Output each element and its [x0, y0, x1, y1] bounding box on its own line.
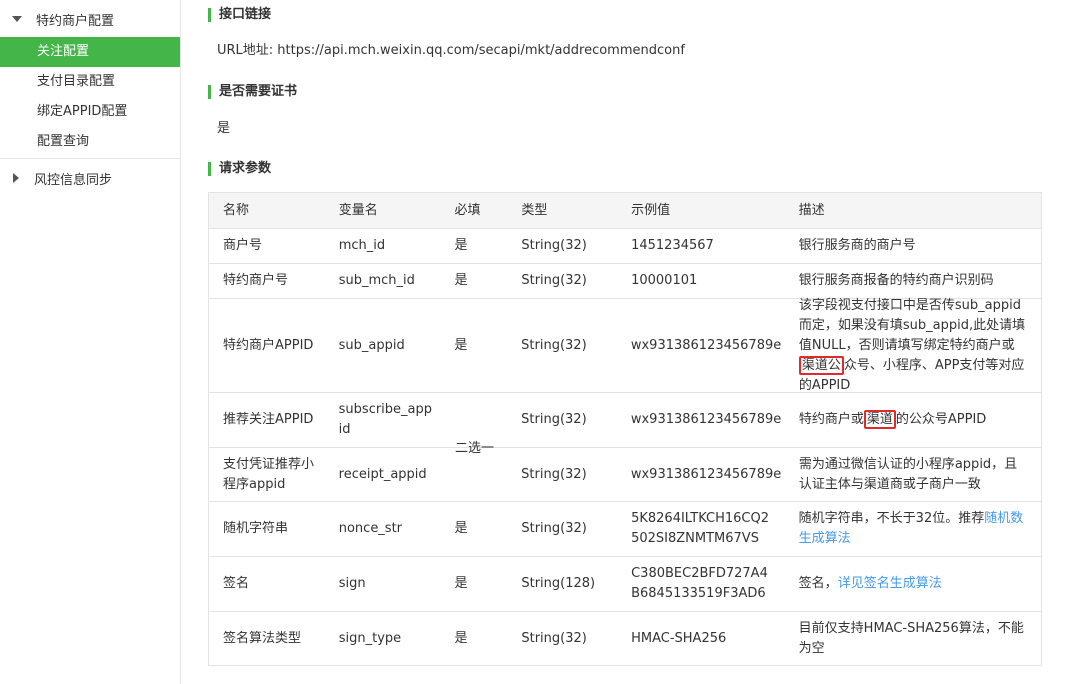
cell-var: sign_type [338, 630, 402, 646]
cell-var: sub_mch_id [338, 273, 415, 288]
desc-text: 该字段视支付接口中是否传sub_appid而定，如果没有填sub_appid,此… [798, 297, 1026, 353]
section-title-api-link: 接口链接 [208, 8, 271, 22]
desc-text: 的公众号APPID [895, 412, 987, 427]
table-row: 特约商户号 sub_mch_id 是 String(32) 10000101 银… [209, 263, 1041, 298]
cell-name: 支付凭证推荐小程序appid [223, 456, 315, 492]
cell-required: 是 [454, 576, 468, 591]
sidebar-item-follow-config[interactable]: 关注配置 [0, 37, 180, 67]
cell-example: wx931386123456789e [630, 337, 782, 353]
sidebar: 特约商户配置 关注配置 支付目录配置 绑定APPID配置 配置查询 风控信息同步 [0, 0, 181, 684]
cell-example: 5K8264ILTKCH16CQ2502SI8ZNMTM67VS [631, 511, 769, 546]
table-row: 特约商户APPID sub_appid 是 String(32) wx93138… [209, 297, 1041, 393]
table-header-cell: 变量名 [338, 202, 378, 218]
cell-var: sub_appid [338, 337, 405, 353]
cell-desc: 银行服务商报备的特约商户识别码 [798, 273, 994, 288]
cell-example: wx931386123456789e [630, 466, 782, 482]
cell-name: 特约商户号 [223, 273, 289, 288]
table-header-cell: 描述 [798, 202, 825, 218]
nav-group-label: 风控信息同步 [34, 172, 113, 188]
caret-down-icon [0, 16, 28, 22]
cell-type: String(32) [521, 337, 587, 353]
desc-text: 随机字符串，不长于32位。推荐 [798, 511, 985, 526]
section-title-cert: 是否需要证书 [208, 85, 297, 99]
cell-desc: 特约商户或 渠道 的公众号APPID [785, 393, 1041, 447]
main-content: 接口链接 URL地址: https://api.mch.weixin.qq.co… [181, 0, 1080, 684]
table-header-cell: 必填 [454, 202, 481, 218]
cell-required: 是 [454, 630, 468, 646]
table-row: 签名算法类型 sign_type 是 String(32) HMAC-SHA25… [209, 611, 1041, 665]
sidebar-divider [0, 158, 180, 159]
cell-required: 是 [454, 273, 468, 288]
either-one-label: 二选一 [455, 441, 495, 456]
cell-name: 商户号 [223, 238, 263, 253]
params-table: 名称 变量名 必填 类型 示例值 描述 商户号 mch_id 是 String(… [208, 192, 1042, 666]
nav-group-merchant-config[interactable]: 特约商户配置 [0, 4, 180, 34]
table-header-cell: 类型 [521, 202, 548, 218]
highlighted-text: 渠道公 [798, 355, 844, 375]
cell-type: String(32) [521, 273, 587, 288]
sidebar-item-config-query[interactable]: 配置查询 [0, 127, 180, 157]
cell-desc: 随机字符串，不长于32位。推荐随机数生成算法 [785, 502, 1041, 556]
cell-var: receipt_appid [338, 466, 427, 482]
sidebar-item-bind-appid[interactable]: 绑定APPID配置 [0, 97, 180, 127]
cell-var: subscribe_appid [338, 402, 433, 437]
table-row: 商户号 mch_id 是 String(32) 1451234567 银行服务商… [209, 228, 1041, 263]
highlighted-text: 渠道 [863, 410, 896, 429]
table-header-cell: 示例值 [631, 202, 671, 218]
api-url-text: URL地址: https://api.mch.weixin.qq.com/sec… [217, 43, 685, 58]
cell-example: 1451234567 [631, 238, 714, 253]
table-header-cell: 名称 [223, 202, 250, 218]
cell-type: String(32) [521, 630, 587, 646]
cell-var: sign [338, 576, 366, 591]
cell-name: 签名算法类型 [223, 630, 302, 646]
cell-example: C380BEC2BFD727A4B6845133519F3AD6 [631, 566, 768, 601]
cell-var: mch_id [338, 238, 386, 253]
table-header-row: 名称 变量名 必填 类型 示例值 描述 [209, 193, 1041, 228]
cell-name: 随机字符串 [223, 521, 289, 536]
cell-name: 签名 [223, 576, 250, 591]
cell-name: 特约商户APPID [223, 337, 314, 353]
cell-name: 推荐关注APPID [223, 412, 314, 427]
table-row: 支付凭证推荐小程序appid receipt_appid String(32) … [209, 447, 1041, 501]
cell-type: String(128) [521, 576, 596, 591]
table-row: 随机字符串 nonce_str 是 String(32) 5K8264ILTKC… [209, 501, 1041, 556]
signature-algorithm-link[interactable]: 详见签名生成算法 [838, 576, 942, 591]
cell-desc: 签名，详见签名生成算法 [785, 557, 1041, 611]
cell-desc: 银行服务商的商户号 [798, 238, 916, 253]
cell-type: String(32) [521, 412, 587, 427]
section-title-request-params: 请求参数 [208, 162, 271, 176]
cell-required: 是 [454, 238, 468, 253]
cert-required-value: 是 [217, 121, 231, 136]
caret-right-icon [0, 173, 28, 183]
cell-example: HMAC-SHA256 [631, 630, 727, 646]
desc-text: 特约商户或 [798, 412, 864, 427]
desc-text: 签名， [798, 576, 838, 591]
cell-var: nonce_str [338, 521, 403, 536]
table-row: 推荐关注APPID subscribe_appid String(32) wx9… [209, 392, 1041, 447]
cell-type: String(32) [521, 521, 587, 536]
cell-required: 是 [454, 337, 468, 353]
cell-desc: 需为通过微信认证的小程序appid，且认证主体与渠道商或子商户一致 [798, 456, 1018, 492]
nav-group-label: 特约商户配置 [36, 13, 115, 29]
table-row: 签名 sign 是 String(128) C380BEC2BFD727A4B6… [209, 556, 1041, 611]
cell-type: String(32) [521, 238, 587, 253]
cell-example: 10000101 [631, 273, 698, 288]
nav-group-risk-sync[interactable]: 风控信息同步 [0, 163, 180, 193]
cell-type: String(32) [521, 466, 587, 482]
sidebar-item-payment-directory[interactable]: 支付目录配置 [0, 67, 180, 97]
cell-desc: 目前仅支持HMAC-SHA256算法，不能为空 [798, 620, 1024, 656]
cell-example: wx931386123456789e [630, 412, 782, 427]
cell-desc: 该字段视支付接口中是否传sub_appid而定，如果没有填sub_appid,此… [785, 297, 1041, 393]
cell-required: 是 [454, 521, 468, 536]
